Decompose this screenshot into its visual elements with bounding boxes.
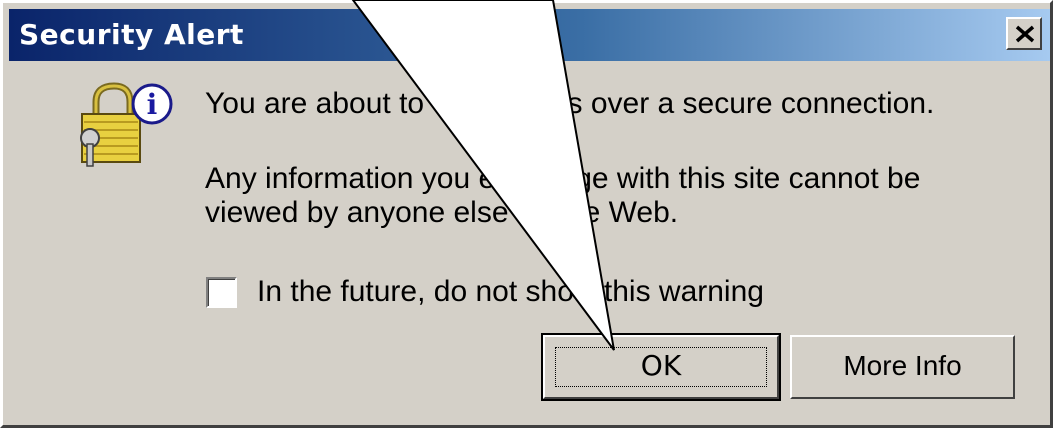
speech-bubble-pointer <box>351 0 615 351</box>
